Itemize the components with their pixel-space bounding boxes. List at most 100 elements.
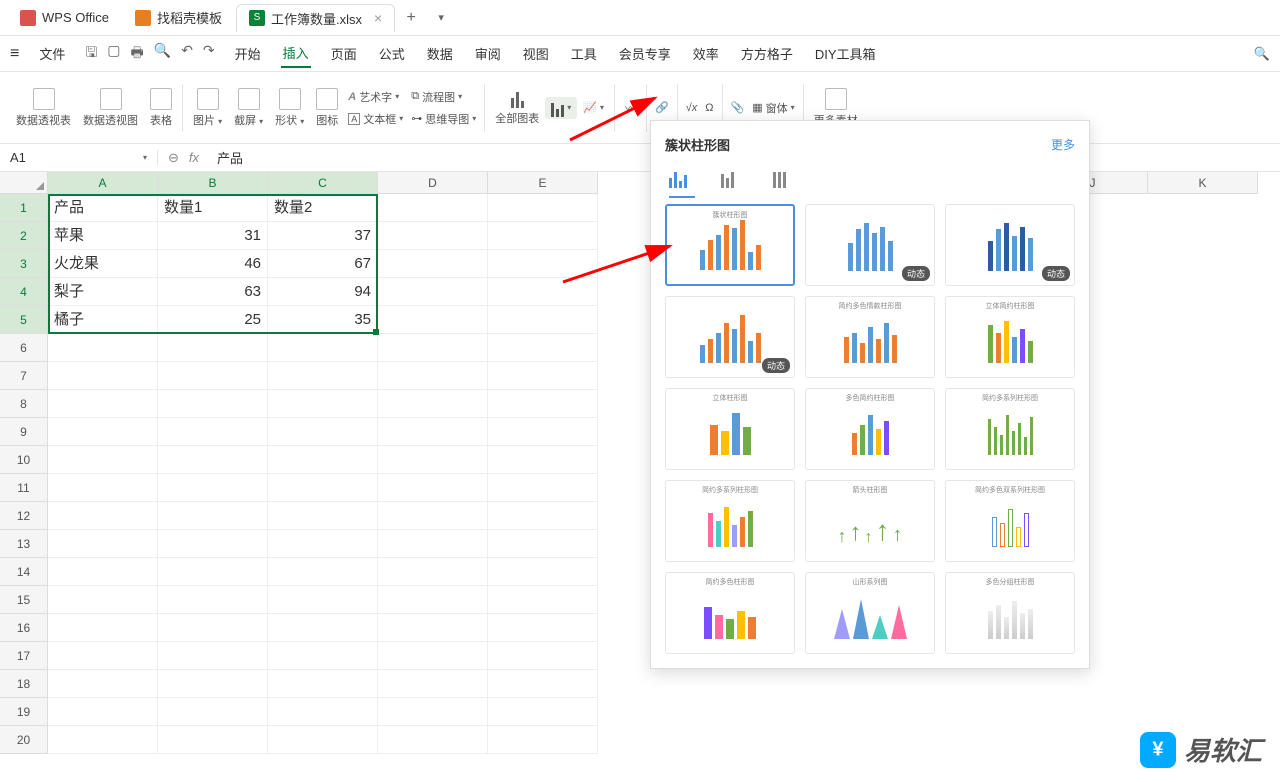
attachment-button[interactable]: 📎	[727, 100, 749, 115]
tab-page[interactable]: 页面	[329, 40, 359, 67]
chart-thumb[interactable]: 立体柱形图	[665, 388, 795, 470]
stacked-column-subtype[interactable]	[721, 170, 747, 190]
row-header[interactable]: 9	[0, 418, 48, 446]
cell[interactable]: 火龙果	[48, 250, 158, 278]
hamburger-icon[interactable]: ≡	[10, 45, 19, 63]
link-button[interactable]: 🔗	[651, 100, 673, 115]
undo-icon[interactable]: ↶	[181, 42, 193, 66]
more-link[interactable]: 更多	[1051, 136, 1075, 153]
line-chart-button[interactable]: 📈▾	[577, 99, 610, 116]
fx-icon[interactable]: fx	[189, 150, 199, 165]
tab-data[interactable]: 数据	[425, 40, 455, 67]
tab-efficiency[interactable]: 效率	[691, 40, 721, 67]
all-charts-button[interactable]: 全部图表	[489, 90, 545, 126]
cells-area[interactable]: 产品 数量1 数量2 苹果 31 37 火龙果 46 67 梨子 63 94	[48, 194, 598, 754]
row-header[interactable]: 6	[0, 334, 48, 362]
flowchart-button[interactable]: ⧉ 流程图 ▾	[407, 88, 480, 106]
shape-button[interactable]: 形状 ▾	[269, 88, 310, 128]
form-button[interactable]: ▦ 窗体 ▾	[748, 99, 798, 117]
cell[interactable]: 37	[268, 222, 378, 250]
screenshot-button[interactable]: 截屏 ▾	[228, 88, 269, 128]
row-header[interactable]: 8	[0, 390, 48, 418]
row-header[interactable]: 10	[0, 446, 48, 474]
app-tab[interactable]: WPS Office	[8, 4, 121, 32]
tab-start[interactable]: 开始	[233, 40, 263, 67]
pivot-chart-button[interactable]: 数据透视图	[77, 88, 144, 128]
chart-thumb[interactable]: 动态	[665, 296, 795, 378]
col-header-K[interactable]: K	[1148, 172, 1258, 194]
tab-formula[interactable]: 公式	[377, 40, 407, 67]
workbook-tab[interactable]: S 工作簿数量.xlsx ×	[236, 4, 395, 32]
cell[interactable]: 数量2	[268, 194, 378, 222]
equation-button[interactable]: √x	[682, 101, 702, 115]
name-box[interactable]: A1 ▾	[0, 150, 158, 165]
chart-thumb[interactable]: 山形系列图	[805, 572, 935, 654]
icon-button[interactable]: 图标	[310, 88, 344, 128]
row-header[interactable]: 17	[0, 642, 48, 670]
tab-ffgz[interactable]: 方方格子	[739, 40, 795, 67]
file-menu[interactable]: 文件	[37, 40, 67, 67]
preview-icon[interactable]: 🔍	[154, 42, 171, 66]
cell[interactable]: 46	[158, 250, 268, 278]
col-header-B[interactable]: B	[158, 172, 268, 194]
chart-thumb[interactable]: 简约多系列柱形图	[945, 388, 1075, 470]
textbox-button[interactable]: A 文本框 ▾	[344, 110, 407, 128]
row-header[interactable]: 3	[0, 250, 48, 278]
new-icon[interactable]: ▢	[107, 42, 120, 66]
tab-dropdown[interactable]: ▾	[427, 11, 455, 24]
close-tab-button[interactable]: ×	[374, 10, 382, 26]
row-header[interactable]: 2	[0, 222, 48, 250]
add-tab-button[interactable]: +	[397, 9, 425, 27]
row-header[interactable]: 7	[0, 362, 48, 390]
row-header[interactable]: 16	[0, 614, 48, 642]
print-icon[interactable]: 🖶	[131, 42, 144, 66]
row-header[interactable]: 20	[0, 726, 48, 754]
chart-thumb[interactable]: 动态	[805, 204, 935, 286]
cell[interactable]: 67	[268, 250, 378, 278]
save-icon[interactable]: 🖫	[85, 42, 97, 66]
sparkline-button[interactable]: 〰	[619, 98, 642, 118]
chart-thumb[interactable]: 立体简约柱形图	[945, 296, 1075, 378]
row-header[interactable]: 5	[0, 306, 48, 334]
chart-thumb[interactable]: 简约多色双系列柱形图	[945, 480, 1075, 562]
redo-icon[interactable]: ↷	[203, 42, 215, 66]
row-header[interactable]: 11	[0, 474, 48, 502]
percent-stacked-subtype[interactable]	[773, 170, 799, 190]
cell[interactable]: 94	[268, 278, 378, 306]
tab-insert[interactable]: 插入	[281, 39, 311, 68]
clustered-column-subtype[interactable]	[669, 170, 695, 190]
row-header[interactable]: 1	[0, 194, 48, 222]
cell[interactable]: 31	[158, 222, 268, 250]
select-all-corner[interactable]	[0, 172, 48, 194]
cancel-icon[interactable]: ⊖	[168, 150, 179, 166]
search-icon[interactable]: 🔍	[1254, 46, 1270, 62]
cell[interactable]: 35	[268, 306, 378, 334]
row-header[interactable]: 19	[0, 698, 48, 726]
row-header[interactable]: 15	[0, 586, 48, 614]
tab-review[interactable]: 审阅	[473, 40, 503, 67]
cell[interactable]: 橘子	[48, 306, 158, 334]
tab-view[interactable]: 视图	[521, 40, 551, 67]
picture-button[interactable]: 图片 ▾	[187, 88, 228, 128]
chart-thumb[interactable]: 多色简约柱形图	[805, 388, 935, 470]
symbol-button[interactable]: Ω	[701, 101, 717, 115]
row-header[interactable]: 12	[0, 502, 48, 530]
cell[interactable]: 梨子	[48, 278, 158, 306]
chart-thumb[interactable]: 动态	[945, 204, 1075, 286]
tab-diy[interactable]: DIY工具箱	[813, 40, 878, 67]
cell[interactable]: 63	[158, 278, 268, 306]
tab-tools[interactable]: 工具	[569, 40, 599, 67]
cell[interactable]: 产品	[48, 194, 158, 222]
chart-thumb[interactable]: 简约多色情款柱形图	[805, 296, 935, 378]
template-tab[interactable]: 找稻壳模板	[123, 4, 234, 32]
row-header[interactable]: 14	[0, 558, 48, 586]
namebox-dropdown-icon[interactable]: ▾	[143, 153, 147, 162]
row-header[interactable]: 13	[0, 530, 48, 558]
chart-thumb[interactable]: 简约多色柱形图	[665, 572, 795, 654]
chart-thumb[interactable]: 多色分组柱形图	[945, 572, 1075, 654]
col-header-E[interactable]: E	[488, 172, 598, 194]
cell[interactable]: 苹果	[48, 222, 158, 250]
table-button[interactable]: 表格	[144, 88, 178, 128]
col-header-C[interactable]: C	[268, 172, 378, 194]
cell[interactable]: 25	[158, 306, 268, 334]
